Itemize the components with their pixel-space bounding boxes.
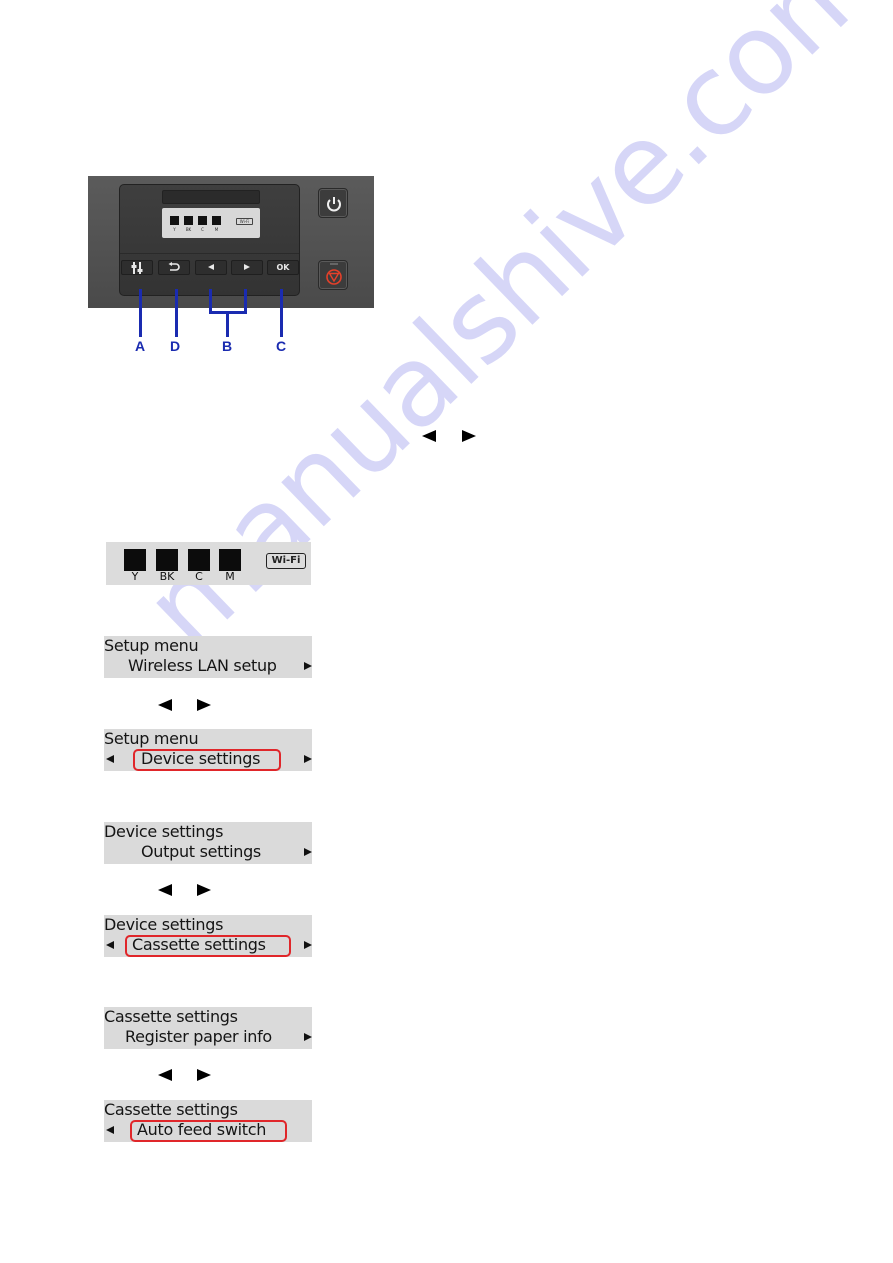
- ink-label: BK: [185, 227, 192, 232]
- ink-label: BK: [159, 570, 175, 583]
- lcd-title: Device settings: [104, 822, 224, 841]
- right-arrow-icon: [244, 264, 250, 270]
- lcd-title: Cassette settings: [104, 1100, 238, 1119]
- lcd-item: Cassette settings: [132, 935, 266, 954]
- right-button[interactable]: [231, 260, 263, 275]
- stop-icon: [326, 263, 342, 285]
- ink-icon-m: [219, 549, 241, 571]
- left-arrow-icon: [158, 884, 172, 896]
- right-arrow-icon: [197, 884, 211, 896]
- callout-line-b-stem: [226, 311, 229, 337]
- right-arrow-icon: [197, 699, 211, 711]
- lcd-item: Auto feed switch: [137, 1120, 267, 1139]
- ink-label: M: [214, 227, 219, 232]
- left-arrow-icon: [106, 1126, 114, 1134]
- right-arrow-icon: [462, 430, 476, 442]
- left-button[interactable]: [195, 260, 227, 275]
- callout-label-a: A: [135, 338, 146, 354]
- lcd-home-screen: Y BK C M Wi-Fi: [106, 542, 311, 585]
- lcd-screen: Setup menu Device settings: [104, 729, 312, 771]
- right-arrow-icon: [304, 1033, 312, 1041]
- callout-line-d: [175, 289, 178, 337]
- right-arrow-icon: [304, 662, 312, 670]
- panel-slot: [162, 190, 260, 204]
- ink-icon-c: [198, 216, 207, 225]
- left-arrow-icon: [106, 941, 114, 949]
- right-arrow-icon: [304, 941, 312, 949]
- lcd-screen: Device settings Output settings: [104, 822, 312, 864]
- left-arrow-icon: [422, 430, 436, 442]
- stop-button[interactable]: [318, 260, 348, 290]
- lcd-title: Setup menu: [104, 636, 199, 655]
- printer-operation-panel: Y BK C M Wi-Fi OK: [88, 176, 374, 308]
- setup-button[interactable]: [121, 260, 153, 275]
- lcd-item: Register paper info: [125, 1027, 272, 1046]
- callout-line-b-right: [244, 289, 247, 313]
- lcd-item: Wireless LAN setup: [128, 656, 277, 675]
- ink-icon-bk: [184, 216, 193, 225]
- power-button[interactable]: [318, 188, 348, 218]
- right-arrow-icon: [304, 848, 312, 856]
- left-arrow-icon: [106, 755, 114, 763]
- back-button[interactable]: [158, 260, 190, 275]
- wifi-icon: Wi-Fi: [236, 218, 253, 225]
- right-arrow-icon: [197, 1069, 211, 1081]
- callout-label-b: B: [222, 338, 233, 354]
- lcd-item: Device settings: [141, 749, 261, 768]
- ink-icon-y: [170, 216, 179, 225]
- left-arrow-icon: [158, 1069, 172, 1081]
- ink-label: C: [195, 570, 203, 583]
- callout-line-b-left: [209, 289, 212, 313]
- ink-icon-y: [124, 549, 146, 571]
- ink-icon-m: [212, 216, 221, 225]
- ink-label: C: [201, 227, 204, 232]
- ink-label: Y: [173, 227, 176, 232]
- ink-label: M: [225, 570, 235, 583]
- wifi-icon: Wi-Fi: [266, 553, 306, 569]
- callout-label-c: C: [276, 338, 287, 354]
- callout-line-c: [280, 289, 283, 337]
- setup-icon: [131, 262, 143, 274]
- power-icon: [327, 197, 341, 212]
- lcd-screen: Cassette settings Register paper info: [104, 1007, 312, 1049]
- callout-label-d: D: [170, 338, 181, 354]
- ink-icon-c: [188, 549, 210, 571]
- panel-lcd: Y BK C M Wi-Fi: [162, 208, 260, 238]
- lcd-title: Cassette settings: [104, 1007, 238, 1026]
- panel-face: Y BK C M Wi-Fi: [119, 184, 300, 296]
- left-arrow-icon: [208, 264, 214, 270]
- ink-icon-bk: [156, 549, 178, 571]
- lcd-title: Setup menu: [104, 729, 199, 748]
- lcd-item: Output settings: [141, 842, 261, 861]
- panel-divider: [120, 253, 299, 254]
- left-arrow-icon: [158, 699, 172, 711]
- right-arrow-icon: [304, 755, 312, 763]
- back-icon: [168, 262, 180, 271]
- ink-label: Y: [131, 570, 139, 583]
- lcd-screen: Setup menu Wireless LAN setup: [104, 636, 312, 678]
- callout-line-a: [139, 289, 142, 337]
- lcd-title: Device settings: [104, 915, 224, 934]
- lcd-screen: Device settings Cassette settings: [104, 915, 312, 957]
- ok-button[interactable]: OK: [267, 260, 299, 275]
- lcd-screen: Cassette settings Auto feed switch: [104, 1100, 312, 1142]
